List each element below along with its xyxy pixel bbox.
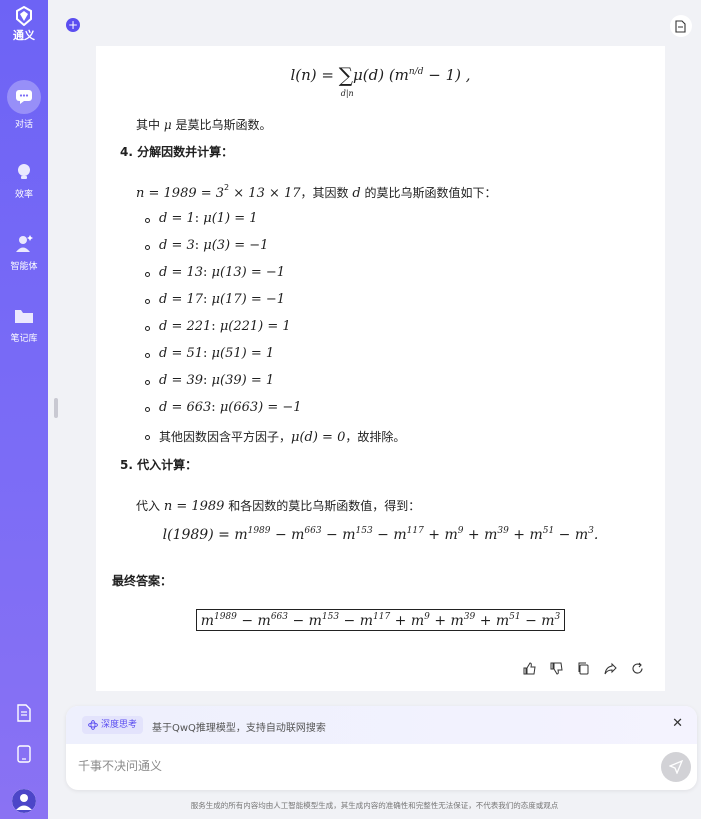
result-exponent: 51 xyxy=(542,526,555,536)
sum-subscript: d|n xyxy=(340,89,354,98)
divisor-item: d = 663: μ(663) = −1 xyxy=(159,400,302,415)
agent-icon xyxy=(16,235,33,252)
sum-symbol: ∑ xyxy=(338,63,353,87)
sidebar-item-label: 对话 xyxy=(14,120,33,130)
result-exponent: 117 xyxy=(406,526,424,536)
result-exponent: 663 xyxy=(304,526,322,536)
close-hint-button[interactable]: ✕ xyxy=(672,717,683,731)
boxed-exponent: 51 xyxy=(509,612,521,622)
sidebar-item-efficiency[interactable]: 效率 xyxy=(0,160,48,200)
boxed-exponent: 3 xyxy=(554,612,561,622)
tablet-button[interactable] xyxy=(0,745,48,767)
sidebar-item-agent[interactable]: 智能体 xyxy=(0,232,48,272)
chat-input-panel: 深度思考 基于QwQ推理模型，支持自动联网搜索 ✕ xyxy=(66,706,697,790)
regenerate-button[interactable] xyxy=(630,661,645,676)
atom-icon xyxy=(88,720,98,730)
final-answer-title: 最终答案： xyxy=(112,574,173,588)
bullet xyxy=(145,326,150,331)
mu-note: 其中 μ 是莫比乌斯函数。 xyxy=(136,118,272,132)
thumbs-down-icon xyxy=(550,662,563,675)
bullet xyxy=(145,380,150,385)
copy-button[interactable] xyxy=(576,661,591,676)
deep-think-label: 深度思考 xyxy=(101,720,138,730)
divisor-item: d = 51: μ(51) = 1 xyxy=(159,346,275,361)
share-button[interactable] xyxy=(603,661,618,676)
sidebar-item-label: 效率 xyxy=(14,190,33,200)
other-factors: 其他因数因含平方因子，μ(d) = 0，故排除。 xyxy=(159,430,406,445)
share-icon xyxy=(604,662,617,675)
send-button[interactable] xyxy=(661,752,691,782)
send-icon xyxy=(669,760,683,774)
new-chat-button[interactable]: + xyxy=(66,18,80,32)
bullet xyxy=(145,218,150,223)
factorization-line: n = 1989 = 32 × 13 × 17，其因数 d 的莫比乌斯函数值如下… xyxy=(136,183,497,201)
divisor-item: d = 39: μ(39) = 1 xyxy=(159,373,275,388)
thumbs-up-button[interactable] xyxy=(522,661,537,676)
document-button[interactable] xyxy=(0,704,48,726)
thumbs-down-button[interactable] xyxy=(549,661,564,676)
copy-icon xyxy=(578,662,589,675)
boxed-answer: m1989 − m663 − m153 − m117 + m9 + m39 + … xyxy=(195,609,566,631)
thumbs-up-icon xyxy=(523,662,536,675)
boxed-exponent: 663 xyxy=(270,612,288,622)
bullet xyxy=(145,435,150,440)
divisor-item: d = 221: μ(221) = 1 xyxy=(159,319,291,334)
notes-button[interactable] xyxy=(670,15,692,37)
user-icon xyxy=(12,789,36,813)
boxed-exponent: 117 xyxy=(373,612,391,622)
bullet xyxy=(145,245,150,250)
model-hint-bar: 深度思考 基于QwQ推理模型，支持自动联网搜索 ✕ xyxy=(66,706,697,744)
result-exponent: 1989 xyxy=(247,526,271,536)
chat-input[interactable] xyxy=(78,754,638,778)
final-answer-box: m1989 − m663 − m153 − m117 + m9 + m39 + … xyxy=(96,609,665,631)
user-avatar-button[interactable] xyxy=(0,789,48,813)
model-hint: 基于QwQ推理模型，支持自动联网搜索 xyxy=(152,723,326,734)
divisor-item: d = 1: μ(1) = 1 xyxy=(159,211,258,226)
refresh-icon xyxy=(632,662,643,674)
bullet xyxy=(145,299,150,304)
bullet xyxy=(145,272,150,277)
divisor-item: d = 17: μ(17) = −1 xyxy=(159,292,286,307)
folder-icon xyxy=(15,310,33,323)
app-name: 通义 xyxy=(13,29,35,42)
app-logo[interactable]: 通义 xyxy=(0,6,48,43)
lightbulb-icon xyxy=(18,164,30,179)
substitute-line: 代入 n = 1989 和各因数的莫比乌斯函数值，得到： xyxy=(136,499,421,514)
note-icon xyxy=(675,19,686,33)
close-icon: ✕ xyxy=(672,716,683,731)
sidebar-item-notes[interactable]: 笔记库 xyxy=(0,304,48,344)
divisor-item: d = 3: μ(3) = −1 xyxy=(159,238,269,253)
tongyi-logo-icon xyxy=(16,6,32,26)
sidebar-item-chat[interactable]: 对话 xyxy=(0,80,48,130)
boxed-exponent: 153 xyxy=(321,612,340,622)
boxed-exponent: 39 xyxy=(463,612,476,622)
step4-title: 4. 分解因数并计算： xyxy=(120,145,234,159)
step5-title: 5. 代入计算： xyxy=(120,458,198,472)
sidebar-item-label: 笔记库 xyxy=(10,334,38,344)
result-exponent: 39 xyxy=(497,526,509,536)
bullet xyxy=(145,353,150,358)
sidebar-item-label: 智能体 xyxy=(10,262,38,272)
tablet-icon xyxy=(17,745,31,763)
disclaimer: 服务生成的所有内容均由人工智能模型生成，其生成内容的准确性和完整性无法保证，不代… xyxy=(190,801,559,810)
document-icon xyxy=(17,704,31,722)
bullet xyxy=(145,407,150,412)
answer-content: l(n) = ∑ d|n μ(d) (mn/d − 1) , 其中 μ 是莫比乌斯函… xyxy=(96,46,665,691)
result-formula: l(1989) = m1989 − m663 − m153 − m117 + m… xyxy=(162,526,599,543)
boxed-exponent: 1989 xyxy=(213,612,237,622)
result-lhs: l(1989) = xyxy=(162,527,235,543)
formula-l-n: l(n) = ∑ d|n μ(d) (mn/d − 1) , xyxy=(290,63,471,98)
avatar xyxy=(12,789,36,813)
sidebar: 通义 对话 效率 智能体 笔记库 xyxy=(0,0,48,819)
message-actions xyxy=(522,661,645,676)
divisor-item: d = 13: μ(13) = −1 xyxy=(159,265,286,280)
plus-icon: + xyxy=(67,18,79,32)
chat-icon xyxy=(16,90,32,104)
result-exponent: 153 xyxy=(355,526,373,536)
deep-think-toggle[interactable]: 深度思考 xyxy=(82,716,144,734)
sidebar-collapse-handle[interactable] xyxy=(54,398,58,418)
